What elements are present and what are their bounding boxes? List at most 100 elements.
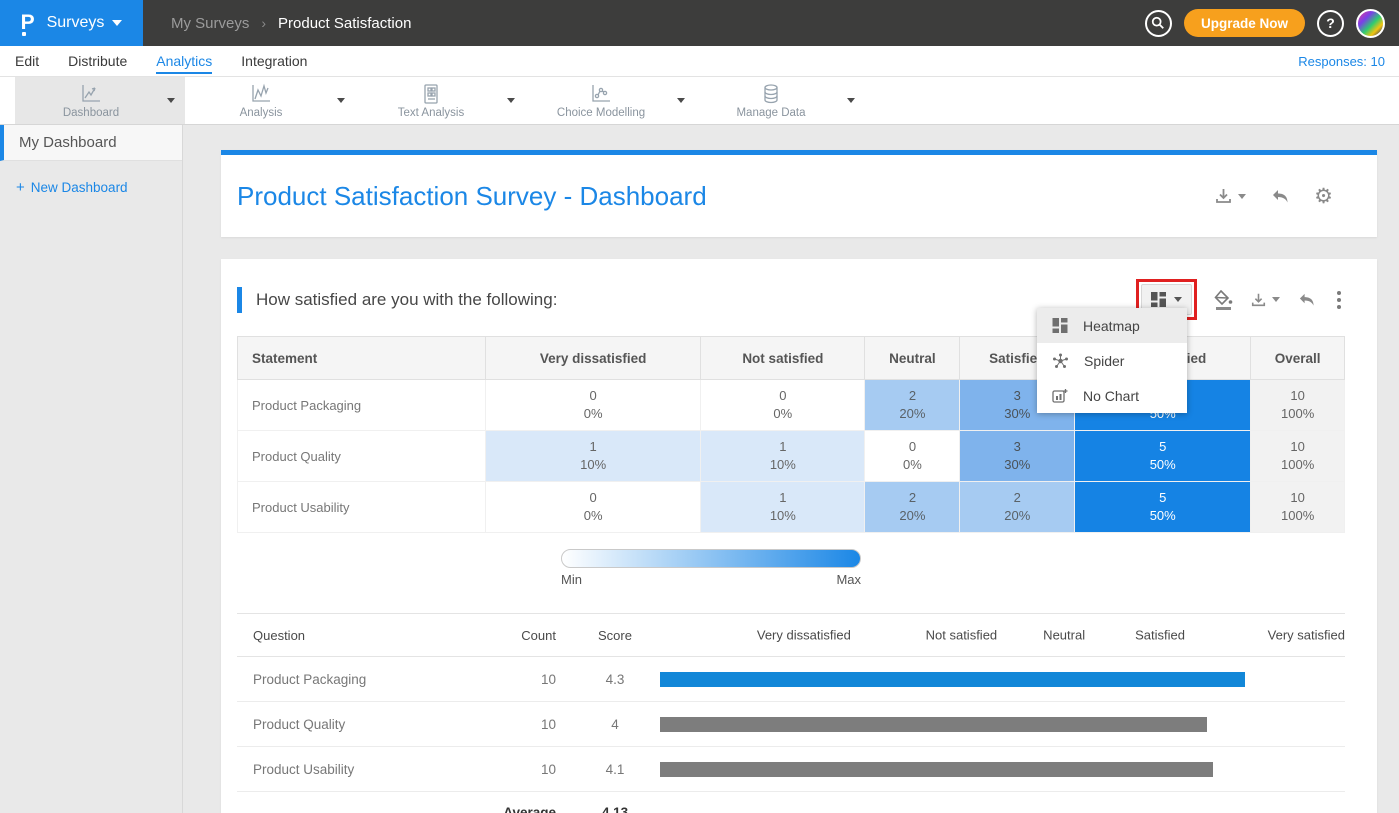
table-row: Product Packaging 10 4.3 [237,657,1345,702]
menu-item-no-chart[interactable]: No Chart [1037,378,1187,413]
new-dashboard-button[interactable]: + New Dashboard [16,179,182,196]
scale-very-dissatisfied: Very dissatisfied [757,628,851,643]
ribbon-dashboard[interactable]: Dashboard [15,77,185,124]
statement-label: Product Usability [238,482,486,533]
help-button[interactable]: ? [1317,10,1344,37]
questionpro-logo-icon: P [21,11,39,35]
scale-very-satisfied: Very satisfied [1268,628,1345,643]
col-very-dissatisfied: Very dissatisfied [486,337,701,380]
scale-not-satisfied: Not satisfied [926,628,998,643]
heatmap-gradient-scale [561,549,861,568]
fill-color-button[interactable] [1214,290,1233,310]
ribbon-analysis[interactable]: Analysis [185,77,355,124]
heatmap-cell: 330% [960,431,1075,482]
col-neutral: Neutral [865,337,960,380]
analysis-chart-icon [249,83,273,105]
question-label: Product Quality [237,717,490,732]
score-table: Question Count Score Very dissatisfied N… [237,613,1345,813]
widget-question-title: How satisfied are you with the following… [237,287,557,313]
col-count: Count [490,628,570,643]
ribbon-manage-data[interactable]: Manage Data [695,77,865,124]
statement-label: Product Packaging [238,380,486,431]
sidebar-item-my-dashboard[interactable]: My Dashboard [0,125,182,161]
product-name: Surveys [47,14,105,32]
scale-satisfied: Satisfied [1135,628,1185,643]
tab-analytics[interactable]: Analytics [156,48,212,74]
chevron-down-icon [1272,297,1280,302]
dashboard-title-card: Product Satisfaction Survey - Dashboard … [221,150,1377,237]
dashboard-chart-icon [79,83,103,105]
heatmap-cell: 10100% [1251,380,1345,431]
dashboard-settings-button[interactable]: ⚙ [1314,186,1333,207]
breadcrumb: My Surveys › Product Satisfaction [171,15,1145,32]
heatmap-cell: 550% [1075,482,1251,533]
heatmap-cell: 220% [865,380,960,431]
heatmap-cell: 10100% [1251,431,1345,482]
question-label: Product Packaging [237,672,490,687]
manage-data-dropdown-caret[interactable] [847,77,865,124]
heatmap-cell: 10100% [1251,482,1345,533]
heatmap-cell: 110% [701,482,865,533]
upgrade-now-button[interactable]: Upgrade Now [1184,9,1305,37]
score-bar [660,672,1245,687]
legend-min-label: Min [561,572,582,587]
tab-edit[interactable]: Edit [15,48,39,74]
dashboard-actions: ⚙ [1214,186,1333,207]
download-icon [1214,187,1233,205]
score-bar [660,762,1213,777]
undo-icon [1270,187,1290,205]
average-row: Average 4.13 [237,792,1345,813]
widget-more-options-button[interactable] [1333,289,1345,311]
tab-distribute[interactable]: Distribute [68,48,127,74]
col-overall: Overall [1251,337,1345,380]
heatmap-cell: 00% [865,431,960,482]
menu-item-heatmap[interactable]: Heatmap [1037,308,1187,343]
undo-icon [1297,291,1316,308]
chevron-down-icon [1238,194,1246,199]
breadcrumb-current-survey: Product Satisfaction [278,15,411,32]
average-value: 4.13 [570,805,660,813]
table-row: Product Quality 110% 110% 00% 330% 550% … [238,431,1345,482]
heatmap-icon [1052,318,1068,333]
col-question: Question [237,628,490,643]
heatmap-cell: 110% [701,431,865,482]
main-content: Product Satisfaction Survey - Dashboard … [183,125,1399,813]
text-analysis-dropdown-caret[interactable] [507,77,525,124]
ribbon-text-analysis[interactable]: Text Analysis [355,77,525,124]
avatar[interactable] [1356,9,1385,38]
scale-neutral: Neutral [1043,628,1085,643]
menu-item-spider[interactable]: Spider [1037,343,1187,378]
chart-type-grid-icon [1151,292,1166,307]
analysis-dropdown-caret[interactable] [337,77,355,124]
ribbon-choice-modelling[interactable]: Choice Modelling [525,77,695,124]
dashboard-dropdown-caret[interactable] [167,77,185,124]
search-button[interactable] [1145,10,1172,37]
paint-bucket-icon [1214,290,1233,305]
survey-tabbar: Edit Distribute Analytics Integration Re… [0,46,1399,77]
dashboard-undo-button[interactable] [1270,187,1290,205]
score-scale-labels: Very dissatisfied Not satisfied Neutral … [660,614,1345,656]
widget-download-button[interactable] [1250,292,1280,308]
manage-data-database-icon [760,83,782,105]
dashboard-sidebar: My Dashboard + New Dashboard [0,125,183,813]
table-row: Product Usability 00% 110% 220% 220% 550… [238,482,1345,533]
chevron-down-icon [112,20,122,26]
heatmap-legend: Min Max [561,549,861,587]
chart-type-menu: Heatmap Spider No Chart [1037,308,1187,413]
breadcrumb-my-surveys[interactable]: My Surveys [171,15,249,32]
col-not-satisfied: Not satisfied [701,337,865,380]
responses-count[interactable]: Responses: 10 [1298,54,1385,69]
heatmap-cell: 00% [486,482,701,533]
tab-integration[interactable]: Integration [241,48,307,74]
heatmap-cell: 00% [701,380,865,431]
product-switcher[interactable]: P Surveys [0,0,143,46]
choice-modelling-dropdown-caret[interactable] [677,77,695,124]
legend-max-label: Max [836,572,861,587]
topbar-actions: Upgrade Now ? [1145,9,1399,38]
no-chart-icon [1052,388,1068,404]
dashboard-download-button[interactable] [1214,187,1246,205]
col-statement: Statement [238,337,486,380]
table-row: Product Usability 10 4.1 [237,747,1345,792]
widget-undo-button[interactable] [1297,291,1316,308]
spider-icon [1052,353,1069,369]
